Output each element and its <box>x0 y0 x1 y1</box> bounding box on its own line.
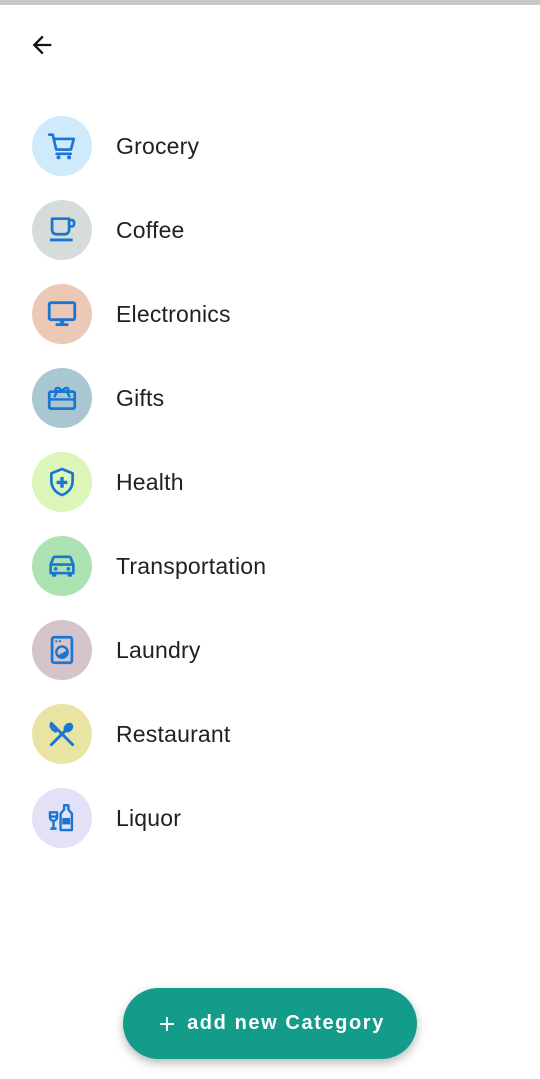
add-category-label: add new Category <box>187 1012 385 1034</box>
category-item-liquor[interactable]: Liquor <box>0 776 540 860</box>
category-item-electronics[interactable]: Electronics <box>0 272 540 356</box>
coffee-cup-icon <box>49 217 76 242</box>
category-item-transportation[interactable]: Transportation <box>0 524 540 608</box>
category-avatar <box>32 200 92 260</box>
category-screen: Grocery Coffee Electronics Gifts Health … <box>0 0 540 1079</box>
category-avatar <box>32 536 92 596</box>
category-item-grocery[interactable]: Grocery <box>0 104 540 188</box>
category-avatar <box>32 116 92 176</box>
category-avatar <box>32 368 92 428</box>
category-avatar <box>32 704 92 764</box>
category-avatar <box>32 452 92 512</box>
category-item-restaurant[interactable]: Restaurant <box>0 692 540 776</box>
category-list: Grocery Coffee Electronics Gifts Health … <box>0 104 540 860</box>
plus-icon <box>155 1012 179 1036</box>
category-item-gifts[interactable]: Gifts <box>0 356 540 440</box>
back-button[interactable] <box>18 24 66 70</box>
category-label: Transportation <box>116 552 267 579</box>
status-bar-strip <box>0 0 540 5</box>
category-item-health[interactable]: Health <box>0 440 540 524</box>
arrow-back-icon <box>28 31 56 64</box>
liquor-bottle-icon <box>48 804 74 832</box>
category-label: Coffee <box>116 216 185 243</box>
category-label: Gifts <box>116 384 165 411</box>
washing-machine-icon <box>50 635 74 665</box>
fork-spoon-icon <box>49 721 75 747</box>
category-label: Health <box>116 468 184 495</box>
monitor-icon <box>47 301 77 327</box>
category-label: Electronics <box>116 300 231 327</box>
add-category-button[interactable]: add new Category <box>123 988 417 1059</box>
category-label: Liquor <box>116 804 182 831</box>
category-label: Grocery <box>116 132 200 159</box>
category-label: Restaurant <box>116 720 231 747</box>
health-shield-icon <box>50 467 74 497</box>
category-item-laundry[interactable]: Laundry <box>0 608 540 692</box>
category-avatar <box>32 788 92 848</box>
gift-card-icon <box>47 386 77 410</box>
category-avatar <box>32 284 92 344</box>
category-avatar <box>32 620 92 680</box>
car-icon <box>49 555 75 577</box>
shopping-cart-icon <box>47 133 76 160</box>
category-item-coffee[interactable]: Coffee <box>0 188 540 272</box>
category-label: Laundry <box>116 636 201 663</box>
